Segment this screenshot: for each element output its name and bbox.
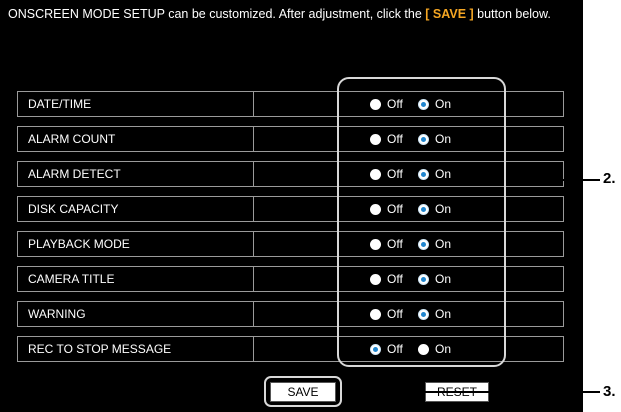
callout-save: 3. — [603, 383, 616, 400]
setting-label: WARNING — [17, 301, 254, 327]
callout-leader-save — [342, 391, 600, 393]
intro-text-before: ONSCREEN MODE SETUP can be customized. A… — [8, 7, 426, 21]
setting-label: DISK CAPACITY — [17, 196, 254, 222]
setting-label: PLAYBACK MODE — [17, 231, 254, 257]
save-button[interactable]: SAVE — [270, 382, 336, 402]
setting-label: ALARM COUNT — [17, 126, 254, 152]
radio-column-highlight — [337, 77, 506, 367]
setting-label: ALARM DETECT — [17, 161, 254, 187]
setting-label: DATE/TIME — [17, 91, 254, 117]
callout-radios: 2. — [603, 170, 616, 187]
intro-text-after: button below. — [473, 7, 551, 21]
save-reference: [ SAVE ] — [425, 7, 474, 21]
settings-panel: ONSCREEN MODE SETUP can be customized. A… — [0, 0, 583, 412]
intro-text: ONSCREEN MODE SETUP can be customized. A… — [8, 6, 568, 23]
setting-label: CAMERA TITLE — [17, 266, 254, 292]
setting-label: REC TO STOP MESSAGE — [17, 336, 254, 362]
callout-leader-radios — [506, 179, 600, 181]
